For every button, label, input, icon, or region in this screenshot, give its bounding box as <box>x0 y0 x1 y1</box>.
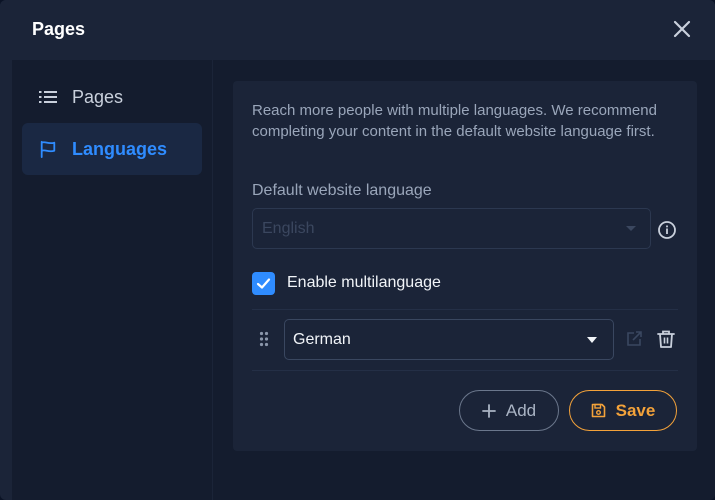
add-button-label: Add <box>505 400 537 420</box>
trash-icon[interactable] <box>656 329 676 349</box>
close-button[interactable] <box>671 18 693 40</box>
external-link-icon[interactable] <box>625 330 643 348</box>
chevron-down-icon <box>587 337 597 343</box>
language-select[interactable]: German <box>284 319 614 360</box>
divider <box>252 309 678 310</box>
info-icon[interactable] <box>657 220 677 240</box>
drag-handle-icon[interactable] <box>259 331 269 347</box>
languages-description: Reach more people with multiple language… <box>252 102 657 140</box>
sidebar-item-label: Languages <box>72 139 168 159</box>
sidebar-item-languages[interactable]: Languages <box>22 123 202 175</box>
flag-icon <box>40 140 56 158</box>
languages-panel: Reach more people with multiple language… <box>233 81 697 451</box>
chevron-down-icon <box>626 226 636 231</box>
dialog-header: Pages <box>0 0 715 60</box>
sidebar-item-pages[interactable]: Pages <box>22 71 202 123</box>
default-language-label: Default website language <box>252 182 432 199</box>
sidebar-divider <box>212 60 213 500</box>
sidebar: Pages Languages <box>12 60 212 500</box>
save-button-label: Save <box>615 400 656 420</box>
sidebar-item-label: Pages <box>72 87 124 107</box>
enable-multilanguage-checkbox[interactable] <box>252 272 275 295</box>
save-button[interactable]: Save <box>569 390 677 431</box>
list-icon <box>39 91 57 103</box>
pages-dialog: Pages Pages Languages Reach more people … <box>0 0 715 500</box>
close-icon <box>673 20 691 38</box>
default-language-select: English <box>252 208 651 249</box>
floppy-disk-icon <box>591 403 605 418</box>
dialog-body: Pages Languages Reach more people with m… <box>12 60 715 500</box>
check-icon <box>256 278 271 289</box>
enable-multilanguage-label: Enable multilanguage <box>287 274 441 291</box>
language-select-value: German <box>293 331 351 348</box>
dialog-title: Pages <box>32 19 86 39</box>
default-language-value: English <box>262 220 315 237</box>
divider <box>252 370 678 371</box>
plus-icon <box>481 403 496 418</box>
add-language-button[interactable]: Add <box>459 390 559 431</box>
